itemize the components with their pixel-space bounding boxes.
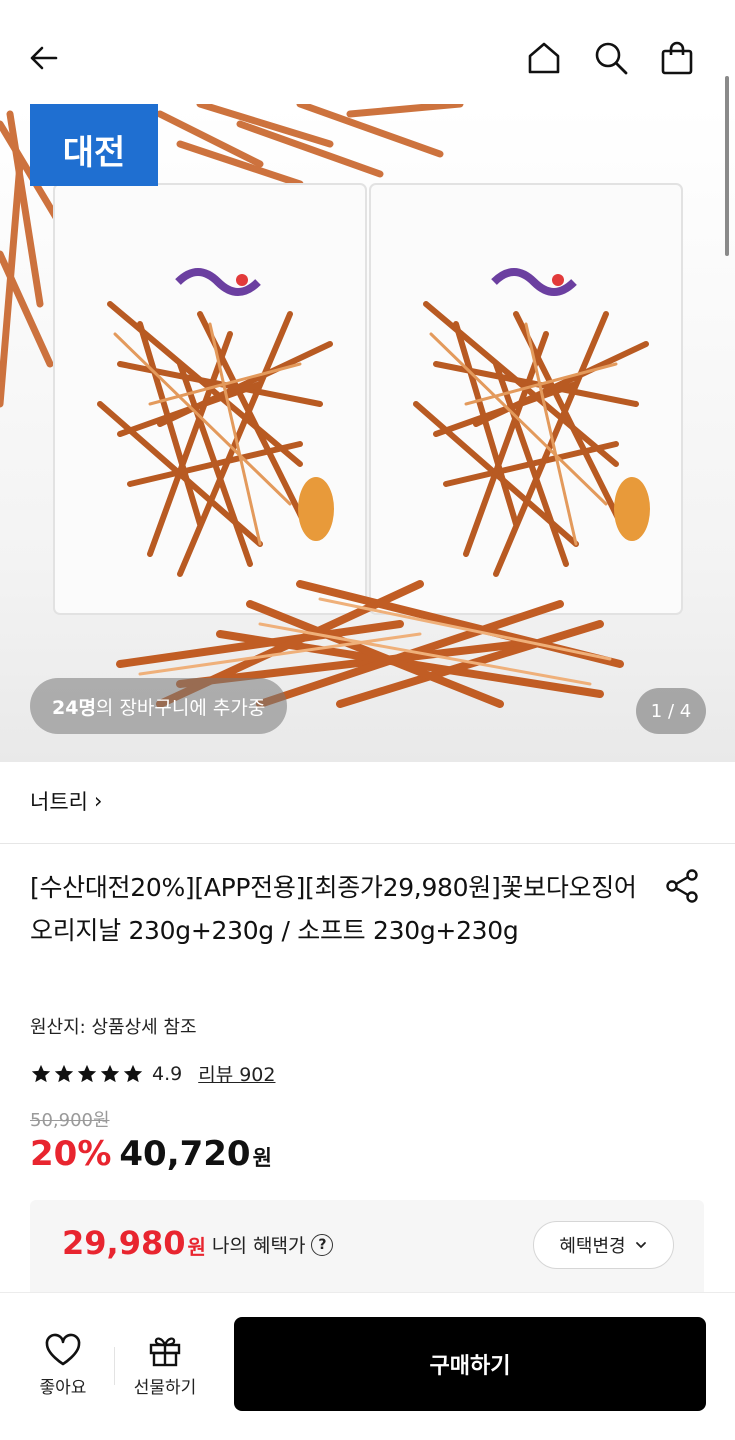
benefit-label-text: 나의 혜택가 xyxy=(212,1235,306,1257)
image-pager: 1 / 4 xyxy=(636,688,706,734)
change-benefit-button[interactable]: 혜택변경 xyxy=(533,1221,674,1269)
discount-rate: 20% xyxy=(30,1134,112,1174)
sale-price: 40,720 xyxy=(119,1134,251,1174)
benefit-price-value: 29,980 xyxy=(62,1224,186,1262)
chevron-right-icon: › xyxy=(93,789,103,813)
share-icon[interactable] xyxy=(662,866,702,906)
search-icon[interactable] xyxy=(589,36,633,80)
shopping-bag-icon[interactable] xyxy=(655,36,699,80)
product-title: [수산대전20%][APP전용][최종가29,980원]꽃보다오징어 오리지날 … xyxy=(30,873,637,945)
benefit-price: 29,980 원 xyxy=(62,1224,206,1262)
buy-button[interactable]: 구매하기 xyxy=(234,1317,706,1411)
star-icon xyxy=(77,1064,97,1082)
price-unit: 원 xyxy=(252,1146,272,1170)
rating-score: 4.9 xyxy=(152,1062,183,1085)
rating-stars xyxy=(30,1063,144,1085)
home-icon[interactable] xyxy=(522,36,566,80)
benefit-price-box: 29,980 원 나의 혜택가 ? 혜택변경 xyxy=(30,1200,704,1292)
cart-activity-pill: 24명 의 장바구니에 추가중 xyxy=(30,678,288,734)
benefit-price-unit: 원 xyxy=(187,1235,206,1259)
rating-row: 4.9 리뷰 902 xyxy=(30,1060,275,1087)
cart-activity-text: 의 장바구니에 추가중 xyxy=(95,696,266,719)
like-button[interactable]: 좋아요 xyxy=(34,1333,92,1398)
product-photo xyxy=(0,104,683,708)
gift-icon xyxy=(149,1337,181,1367)
gift-label: 선물하기 xyxy=(133,1378,197,1398)
benefit-label: 나의 혜택가 ? xyxy=(212,1231,334,1258)
cart-count: 24명 xyxy=(52,696,96,719)
star-icon xyxy=(100,1064,120,1082)
divider xyxy=(0,843,735,844)
chevron-down-icon xyxy=(635,1242,646,1249)
price-row: 20% 40,720 원 xyxy=(30,1134,272,1174)
star-icon xyxy=(54,1064,74,1082)
seller-name: 너트리 xyxy=(30,790,88,814)
change-benefit-label: 혜택변경 xyxy=(559,1236,626,1257)
like-label: 좋아요 xyxy=(39,1378,87,1398)
origin-info: 원산지: 상품상세 참조 xyxy=(30,1017,197,1038)
star-icon xyxy=(31,1064,51,1082)
scrollbar[interactable] xyxy=(725,76,729,256)
seller-link[interactable]: 너트리 › xyxy=(30,786,102,816)
original-price: 50,900원 xyxy=(30,1110,110,1131)
gift-button[interactable]: 선물하기 xyxy=(124,1333,206,1398)
help-icon[interactable]: ? xyxy=(311,1233,334,1256)
event-badge: 대전 xyxy=(30,104,158,186)
star-icon xyxy=(123,1064,143,1082)
review-link[interactable]: 리뷰 902 xyxy=(198,1060,275,1087)
top-navigation-bar xyxy=(0,0,735,104)
bottom-action-bar: 좋아요 선물하기 구매하기 xyxy=(0,1292,735,1440)
heart-icon xyxy=(45,1333,81,1366)
divider xyxy=(114,1347,115,1385)
back-arrow-icon[interactable] xyxy=(22,36,66,80)
product-image-carousel[interactable]: 대전 24명 의 장바구니에 추가중 1 / 4 xyxy=(0,104,735,762)
